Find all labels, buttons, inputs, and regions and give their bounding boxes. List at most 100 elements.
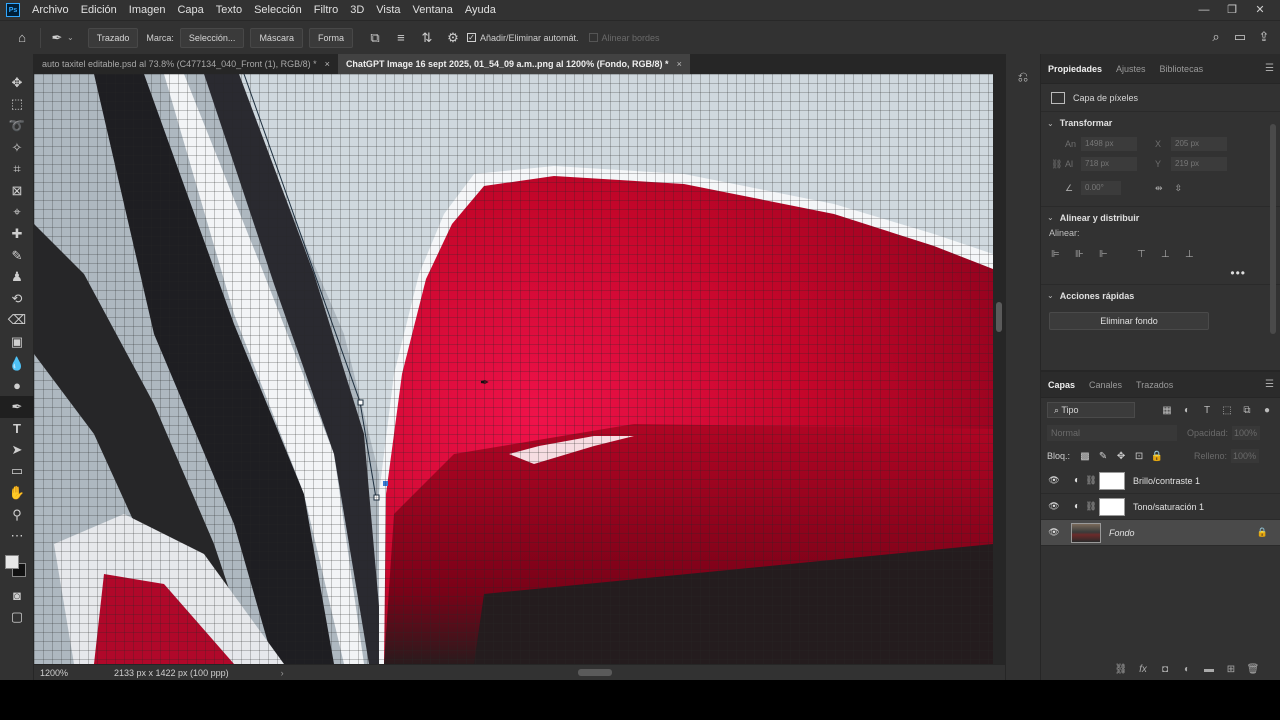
- tab-bibliotecas[interactable]: Bibliotecas: [1153, 54, 1211, 84]
- foreground-color-swatch[interactable]: [5, 555, 19, 570]
- flip-horizontal-icon[interactable]: ⇹: [1155, 183, 1163, 194]
- zoom-tool-icon[interactable]: ⚲: [0, 504, 34, 526]
- link-icon[interactable]: ⛓: [1051, 159, 1065, 170]
- menu-imagen[interactable]: Imagen: [123, 0, 172, 20]
- filter-pixel-icon[interactable]: ▦: [1157, 405, 1177, 416]
- filter-type-select[interactable]: ⌕ Tipo: [1047, 402, 1135, 418]
- layer-name[interactable]: Fondo: [1109, 528, 1135, 538]
- align-center-v-icon[interactable]: ⊥: [1161, 249, 1185, 260]
- align-right-icon[interactable]: ⊩: [1099, 249, 1123, 260]
- menu-ventana[interactable]: Ventana: [407, 0, 459, 20]
- new-adjustment-icon[interactable]: ◐: [1176, 664, 1198, 675]
- fill-field[interactable]: 100%: [1231, 449, 1260, 463]
- pen-tool-preset-icon[interactable]: ✒: [47, 28, 67, 48]
- gradient-tool-icon[interactable]: ▣: [0, 331, 34, 353]
- pen-tool-icon[interactable]: ✒: [0, 395, 34, 418]
- type-tool-icon[interactable]: T: [0, 418, 34, 440]
- path-arrangement-icon[interactable]: ⇅: [417, 28, 437, 48]
- zoom-level[interactable]: 1200%: [34, 668, 94, 678]
- menu-filtro[interactable]: Filtro: [308, 0, 344, 20]
- filter-smart-object-icon[interactable]: ⧉: [1237, 405, 1257, 416]
- path-operations-icon[interactable]: ⧉: [365, 28, 385, 48]
- layer-row[interactable]: 👁 Fondo 🔒: [1041, 520, 1280, 546]
- crop-tool-icon[interactable]: ⌗: [0, 158, 34, 180]
- chevron-down-icon[interactable]: ⌄: [1047, 119, 1054, 128]
- menu-seleccion[interactable]: Selección: [248, 0, 308, 20]
- workspace-icon[interactable]: ▭: [1230, 27, 1250, 47]
- visibility-eye-icon[interactable]: 👁: [1041, 527, 1067, 538]
- lasso-tool-icon[interactable]: ➰: [0, 115, 34, 137]
- filter-adjustment-icon[interactable]: ◐: [1177, 405, 1197, 416]
- y-field[interactable]: 219 px: [1171, 157, 1227, 171]
- opacity-field[interactable]: 100%: [1232, 426, 1261, 440]
- tab-canales[interactable]: Canales: [1082, 372, 1129, 398]
- dodge-tool-icon[interactable]: ●: [0, 374, 34, 396]
- transform-section[interactable]: ⌄ Transformar: [1041, 112, 1280, 134]
- hand-tool-icon[interactable]: ✋: [0, 482, 34, 504]
- color-swatches[interactable]: [0, 547, 34, 585]
- restore-icon[interactable]: ❐: [1218, 0, 1246, 20]
- angle-field[interactable]: 0.00°: [1081, 181, 1121, 195]
- align-center-h-icon[interactable]: ⊪: [1075, 249, 1099, 260]
- more-tools-icon[interactable]: ⋯: [0, 525, 34, 547]
- layers-panel-menu-icon[interactable]: ☰: [1265, 372, 1274, 398]
- align-section[interactable]: ⌄ Alinear y distribuir: [1041, 206, 1280, 228]
- quick-actions-section[interactable]: ⌄ Acciones rápidas: [1041, 284, 1280, 306]
- eraser-tool-icon[interactable]: ⌫: [0, 310, 34, 332]
- layer-mask-thumbnail[interactable]: [1099, 497, 1125, 516]
- menu-ayuda[interactable]: Ayuda: [459, 0, 502, 20]
- close-window-icon[interactable]: ✕: [1246, 0, 1274, 20]
- height-field[interactable]: 718 px: [1081, 157, 1137, 171]
- frame-tool-icon[interactable]: ⊠: [0, 180, 34, 202]
- mode-select[interactable]: Trazado: [87, 27, 139, 48]
- delete-layer-icon[interactable]: 🗑: [1242, 664, 1264, 675]
- menu-archivo[interactable]: Archivo: [26, 0, 75, 20]
- search-icon[interactable]: ⌕: [1206, 27, 1226, 47]
- flip-vertical-icon[interactable]: ⇳: [1175, 183, 1183, 194]
- close-icon[interactable]: ×: [677, 54, 682, 74]
- remove-background-button[interactable]: Eliminar fondo: [1049, 312, 1209, 330]
- link-layers-icon[interactable]: ⛓: [1110, 664, 1132, 675]
- tab-propiedades[interactable]: Propiedades: [1041, 54, 1109, 84]
- tab-ajustes[interactable]: Ajustes: [1109, 54, 1153, 84]
- menu-texto[interactable]: Texto: [210, 0, 248, 20]
- layer-mask-thumbnail[interactable]: [1099, 471, 1125, 490]
- layer-name[interactable]: Tono/saturación 1: [1133, 502, 1204, 512]
- minimize-icon[interactable]: —: [1190, 0, 1218, 20]
- lock-transparency-icon[interactable]: ▩: [1076, 451, 1094, 462]
- align-bottom-icon[interactable]: ⊥: [1185, 249, 1209, 260]
- lock-all-icon[interactable]: 🔒: [1148, 451, 1166, 462]
- align-top-icon[interactable]: ⊤: [1137, 249, 1161, 260]
- screen-mode-icon[interactable]: ▢: [0, 607, 34, 629]
- close-icon[interactable]: ×: [325, 54, 330, 74]
- filter-shape-icon[interactable]: ⬚: [1217, 405, 1237, 416]
- lock-position-icon[interactable]: ✥: [1112, 451, 1130, 462]
- width-field[interactable]: 1498 px: [1081, 137, 1137, 151]
- marquee-tool-icon[interactable]: ⬚: [0, 94, 34, 116]
- menu-vista[interactable]: Vista: [370, 0, 406, 20]
- path-alignment-icon[interactable]: ≡: [391, 28, 411, 48]
- panel-menu-icon[interactable]: ☰: [1265, 54, 1274, 84]
- eyedropper-tool-icon[interactable]: ⌖: [0, 202, 34, 224]
- move-tool-icon[interactable]: ✥: [0, 72, 34, 94]
- link-icon[interactable]: ⛓: [1085, 501, 1097, 512]
- chevron-down-icon[interactable]: ⌄: [67, 33, 74, 42]
- new-layer-icon[interactable]: ⊞: [1220, 664, 1242, 675]
- layer-row[interactable]: 👁 ◐ ⛓ Brillo/contraste 1: [1041, 468, 1280, 494]
- rectangle-tool-icon[interactable]: ▭: [0, 461, 34, 483]
- tab-capas[interactable]: Capas: [1041, 372, 1082, 398]
- clone-stamp-tool-icon[interactable]: ♟: [0, 266, 34, 288]
- lock-icon[interactable]: 🔒: [1257, 527, 1268, 538]
- auto-add-checkbox[interactable]: ✓: [466, 33, 476, 42]
- add-mask-icon[interactable]: ◘: [1154, 664, 1176, 675]
- scroll-thumb[interactable]: [996, 302, 1002, 332]
- new-group-icon[interactable]: ▬: [1198, 664, 1220, 675]
- history-brush-tool-icon[interactable]: ⟲: [0, 288, 34, 310]
- layer-style-icon[interactable]: fx: [1132, 664, 1154, 675]
- magic-wand-tool-icon[interactable]: ✧: [0, 137, 34, 159]
- quick-mask-icon[interactable]: ◙: [0, 585, 34, 607]
- filter-type-icon[interactable]: T: [1197, 405, 1217, 416]
- selection-button[interactable]: Selección...: [179, 27, 245, 48]
- menu-capa[interactable]: Capa: [171, 0, 209, 20]
- horizontal-scroll-thumb[interactable]: [578, 669, 612, 676]
